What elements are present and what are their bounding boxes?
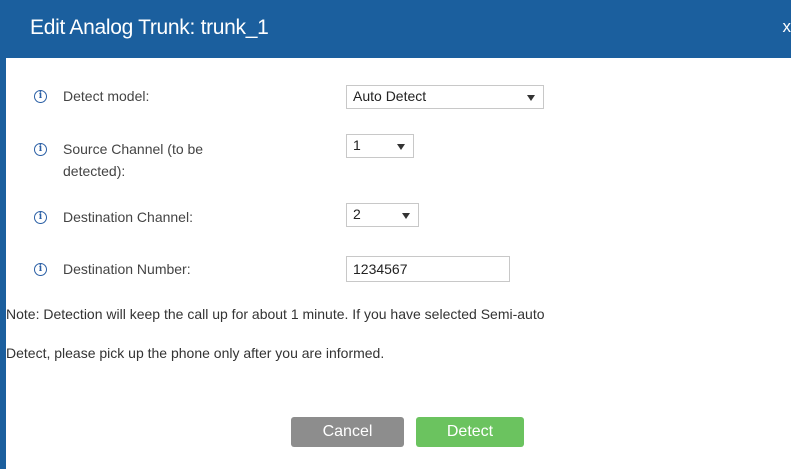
destination-number-input[interactable]: 1234567 bbox=[346, 256, 510, 282]
chevron-down-icon bbox=[527, 95, 535, 101]
destination-channel-value: 2 bbox=[353, 206, 361, 222]
info-icon: i bbox=[34, 211, 47, 224]
destination-channel-select[interactable]: 2 bbox=[346, 203, 419, 227]
dialog-titlebar: Edit Analog Trunk: trunk_1 x bbox=[0, 0, 791, 58]
note-line2: Detect, please pick up the phone only af… bbox=[6, 345, 385, 361]
close-button[interactable]: x bbox=[783, 17, 791, 37]
source-channel-label-line1: Source Channel (to be bbox=[63, 141, 204, 157]
detect-model-label: Detect model: bbox=[63, 88, 150, 104]
source-channel-label-line2: detected): bbox=[63, 163, 126, 179]
detect-model-value: Auto Detect bbox=[353, 88, 427, 104]
note-line1: Note: Detection will keep the call up fo… bbox=[6, 306, 545, 322]
source-channel-value: 1 bbox=[353, 137, 361, 153]
edit-analog-trunk-dialog: Edit Analog Trunk: trunk_1 x i Detect mo… bbox=[0, 0, 791, 469]
info-icon: i bbox=[34, 90, 47, 103]
cancel-button[interactable]: Cancel bbox=[291, 417, 404, 447]
destination-channel-label: Destination Channel: bbox=[63, 209, 193, 225]
info-icon: i bbox=[34, 263, 47, 276]
info-icon: i bbox=[34, 143, 47, 156]
source-channel-select[interactable]: 1 bbox=[346, 134, 414, 158]
chevron-down-icon bbox=[397, 144, 405, 150]
dialog-title: Edit Analog Trunk: trunk_1 bbox=[30, 16, 269, 39]
detect-button[interactable]: Detect bbox=[416, 417, 524, 447]
detect-model-select[interactable]: Auto Detect bbox=[346, 85, 544, 109]
chevron-down-icon bbox=[402, 213, 410, 219]
destination-number-label: Destination Number: bbox=[63, 261, 191, 277]
